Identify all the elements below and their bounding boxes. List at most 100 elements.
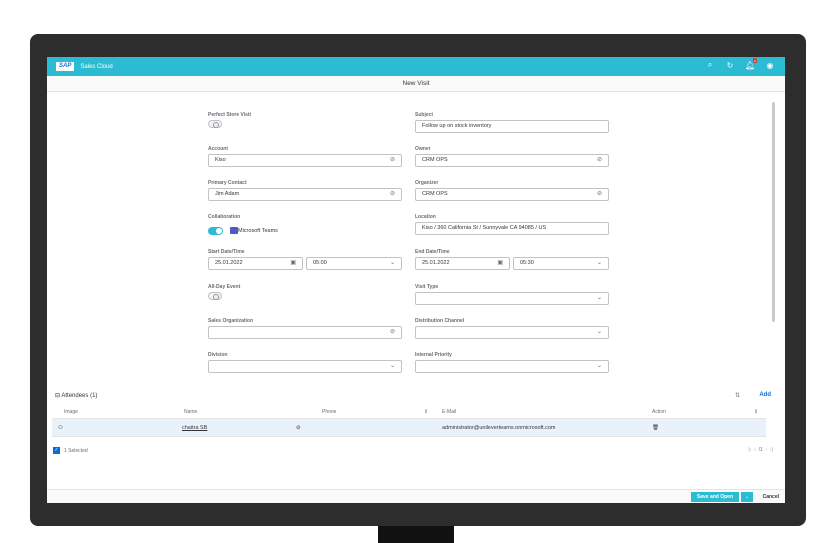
field-label: Collaboration — [208, 214, 241, 220]
link-icon[interactable]: ⊘ — [296, 425, 301, 431]
prev-page-icon[interactable]: ‹ — [754, 447, 756, 453]
chevron-down-icon[interactable]: ⌄ — [597, 258, 602, 269]
field-label: Sales Organization — [208, 318, 254, 324]
first-page-icon[interactable]: |‹ — [748, 447, 751, 453]
field-label: Division — [208, 352, 228, 358]
chevron-down-icon[interactable]: ⌄ — [597, 293, 602, 304]
location-input[interactable]: Kiso / 360 California St / Sunnyvale CA … — [415, 222, 609, 235]
distribution-channel-select[interactable]: ⌄ — [415, 326, 609, 339]
collapse-icon[interactable]: ⊟ — [55, 393, 60, 399]
chevron-down-icon[interactable]: ⌄ — [390, 258, 395, 269]
collaboration-toggle[interactable] — [208, 226, 223, 235]
app-screen: SAP Sales Cloud ⌕ ↻ 🔔︎ 4 ◉ New Visit Perf… — [47, 57, 785, 503]
owner-value: CRM OPS — [422, 157, 448, 163]
page-indicator: /1 — [758, 447, 763, 453]
subject-input[interactable]: Follow up on stock inventory — [415, 120, 609, 133]
table-header: Image Name Phone ⇕ E-Mail Action ⇕ — [52, 405, 766, 419]
sort-icon[interactable]: ⇅ — [735, 392, 740, 399]
page-title: New Visit — [47, 76, 785, 92]
scrollbar[interactable] — [772, 102, 775, 322]
sap-logo[interactable]: SAP — [56, 62, 75, 71]
chevron-down-icon[interactable]: ⌄ — [597, 327, 602, 338]
user-profile-icon[interactable]: ◉ — [765, 61, 775, 70]
perfect-store-visit-toggle[interactable] — [208, 120, 222, 128]
history-icon[interactable]: ↻ — [725, 61, 735, 70]
pagination: |‹ ‹ /1 › ›| — [748, 447, 773, 453]
attendees-title: Attendees — [61, 393, 89, 399]
distribution-channel-field: Distribution Channel ⌄ — [415, 318, 609, 339]
attendee-name[interactable]: chaitra SB — [182, 425, 207, 431]
column-header-image[interactable]: Image — [64, 409, 78, 415]
organizer-value: CRM OPS — [422, 191, 448, 197]
teams-label: Microsoft Teams — [238, 227, 278, 234]
select-all-checkbox[interactable]: ✓ — [53, 447, 60, 454]
shell-actions: ⌕ ↻ 🔔︎ 4 ◉ — [705, 57, 775, 70]
calendar-icon[interactable]: ▣ — [497, 258, 503, 269]
save-options-dropdown[interactable]: ⌄ — [741, 492, 753, 502]
internal-priority-select[interactable]: ⌄ — [415, 360, 609, 373]
start-datetime-field: Start Date/Time 25.01.2022 ▣ 05:00 ⌄ — [208, 249, 402, 270]
link-icon[interactable]: ⊘ — [597, 189, 602, 200]
subject-value: Follow up on stock inventory — [422, 123, 492, 129]
visit-type-field: Visit Type ⌄ — [415, 284, 609, 305]
start-time-input[interactable]: 05:00 ⌄ — [306, 257, 402, 270]
sort-icon[interactable]: ⇕ — [754, 409, 758, 415]
organizer-input[interactable]: CRM OPS ⊘ — [415, 188, 609, 201]
end-time-input[interactable]: 05:30 ⌄ — [513, 257, 609, 270]
form-content: Perfect Store Visit Account Kiso ⊘ Primar… — [47, 92, 785, 489]
field-label: All-Day Event — [208, 284, 241, 290]
attendees-count: (1) — [90, 393, 98, 399]
field-label: Subject — [415, 112, 434, 118]
attendees-header: ⊟ Attendees (1) — [55, 392, 97, 399]
link-icon[interactable]: ⊘ — [390, 155, 395, 166]
sales-organization-input[interactable]: ⊘ — [208, 326, 402, 339]
chevron-down-icon[interactable]: ⌄ — [597, 361, 602, 372]
last-page-icon[interactable]: ›| — [770, 447, 773, 453]
link-icon[interactable]: ⊘ — [390, 189, 395, 200]
column-header-name[interactable]: Name — [184, 409, 197, 415]
primary-contact-value: Jim Adam — [215, 191, 240, 197]
internal-priority-field: Internal Priority ⌄ — [415, 352, 609, 373]
primary-contact-field: Primary Contact Jim Adam ⊘ — [208, 180, 402, 201]
end-date-input[interactable]: 25.01.2022 ▣ — [415, 257, 510, 270]
account-value: Kiso — [215, 157, 226, 163]
location-value: Kiso / 360 California St / Sunnyvale CA … — [422, 225, 547, 231]
next-page-icon[interactable]: › — [766, 447, 768, 453]
column-header-phone[interactable]: Phone — [322, 409, 336, 415]
owner-input[interactable]: CRM OPS ⊘ — [415, 154, 609, 167]
column-header-email[interactable]: E-Mail — [442, 409, 456, 415]
primary-contact-input[interactable]: Jim Adam ⊘ — [208, 188, 402, 201]
shell-bar: SAP Sales Cloud ⌕ ↻ 🔔︎ 4 ◉ — [47, 57, 785, 76]
notifications-icon[interactable]: 🔔︎ 4 — [745, 57, 757, 70]
all-day-event-field: All-Day Event — [208, 284, 402, 300]
field-label: Visit Type — [415, 284, 439, 290]
account-input[interactable]: Kiso ⊘ — [208, 154, 402, 167]
visit-type-select[interactable]: ⌄ — [415, 292, 609, 305]
division-select[interactable]: ⌄ — [208, 360, 402, 373]
cancel-button[interactable]: Cancel — [763, 492, 779, 502]
save-and-open-button[interactable]: Save and Open — [690, 492, 739, 502]
end-date-value: 25.01.2022 — [422, 260, 450, 266]
perfect-store-visit-field: Perfect Store Visit — [208, 112, 402, 128]
link-icon[interactable]: ⊘ — [390, 327, 395, 338]
subject-field: Subject Follow up on stock inventory — [415, 112, 609, 133]
sort-icon[interactable]: ⇕ — [424, 409, 428, 415]
link-icon[interactable]: ⊘ — [597, 155, 602, 166]
field-label: Primary Contact — [208, 180, 247, 186]
field-label: Account — [208, 146, 228, 152]
delete-icon[interactable]: 🗑︎ — [652, 425, 659, 431]
column-header-action[interactable]: Action — [652, 409, 666, 415]
app-title: Sales Cloud — [80, 63, 113, 70]
add-attendee-button[interactable]: Add — [759, 392, 771, 398]
end-time-value: 05:30 — [520, 260, 534, 266]
table-row[interactable]: ⚇ chaitra SB ⊘ administrator@unilevertea… — [52, 419, 766, 437]
field-label: Distribution Channel — [415, 318, 465, 324]
calendar-icon[interactable]: ▣ — [290, 258, 296, 269]
start-date-value: 25.01.2022 — [215, 260, 243, 266]
field-label: Location — [415, 214, 436, 220]
all-day-toggle[interactable] — [208, 292, 222, 300]
field-label: Owner — [415, 146, 431, 152]
start-date-input[interactable]: 25.01.2022 ▣ — [208, 257, 303, 270]
search-icon[interactable]: ⌕ — [705, 60, 715, 70]
chevron-down-icon[interactable]: ⌄ — [390, 361, 395, 372]
